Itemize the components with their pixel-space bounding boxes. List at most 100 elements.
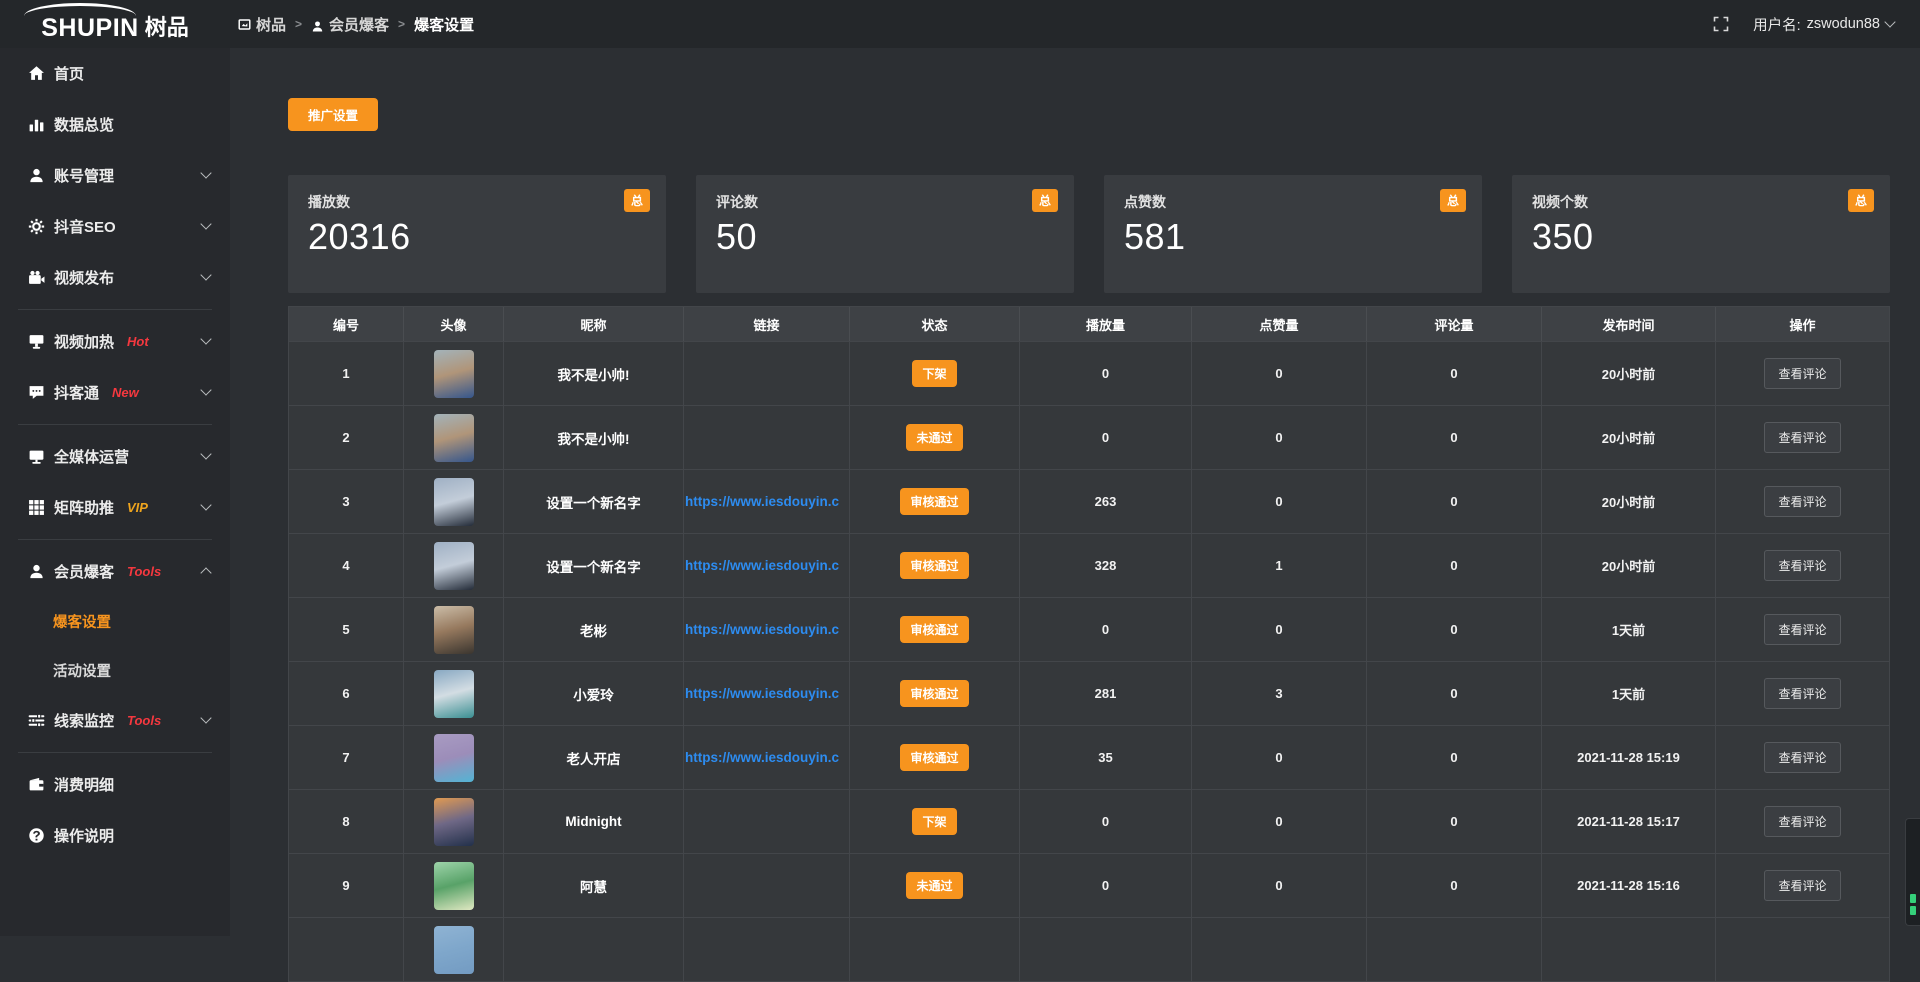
view-comments-button[interactable]: 查看评论: [1764, 870, 1840, 901]
sidebar-divider: [18, 309, 212, 310]
monitor-icon: [28, 448, 45, 465]
cell-status: 下架: [850, 342, 1020, 405]
cell-plays: 328: [1020, 534, 1192, 597]
sidebar-item-首页[interactable]: 首页: [0, 48, 230, 99]
cell-avatar: [404, 534, 504, 597]
sidebar-divider: [18, 752, 212, 753]
cell-status: 审核通过: [850, 726, 1020, 789]
cell-publish-time: 20小时前: [1542, 406, 1716, 469]
cell-nickname: 设置一个新名字: [504, 470, 684, 533]
cell-comments: [1367, 918, 1542, 981]
video-link[interactable]: https://www.iesdouyin.c: [685, 750, 839, 765]
sidebar-item-视频发布[interactable]: 视频发布: [0, 252, 230, 303]
view-comments-button[interactable]: 查看评论: [1764, 358, 1840, 389]
sidebar-subitem-爆客设置[interactable]: 爆客设置: [0, 597, 230, 646]
sidebar-item-线索监控[interactable]: 线索监控Tools: [0, 695, 230, 746]
view-comments-button[interactable]: 查看评论: [1764, 422, 1840, 453]
user-icon: [311, 18, 324, 31]
cell-plays: [1020, 918, 1192, 981]
cell-likes: [1192, 918, 1367, 981]
view-comments-button[interactable]: 查看评论: [1764, 614, 1840, 645]
sidebar-subitem-活动设置[interactable]: 活动设置: [0, 646, 230, 695]
sidebar-item-label: 视频加热: [54, 331, 114, 352]
dashboard-icon: [238, 18, 251, 31]
total-badge: 总: [1848, 189, 1874, 212]
cell-link: https://www.iesdouyin.c: [684, 598, 850, 661]
cell-nickname: 我不是小帅!: [504, 406, 684, 469]
table-row: 9阿慧未通过0002021-11-28 15:16查看评论: [289, 853, 1889, 917]
chevron-down-icon: [200, 167, 211, 178]
fullscreen-icon[interactable]: [1713, 16, 1729, 32]
sidebar-item-矩阵助推[interactable]: 矩阵助推VIP: [0, 482, 230, 533]
cell-plays: 0: [1020, 790, 1192, 853]
sidebar-item-全媒体运营[interactable]: 全媒体运营: [0, 431, 230, 482]
sidebar-item-抖客通[interactable]: 抖客通New: [0, 367, 230, 418]
sidebar-item-账号管理[interactable]: 账号管理: [0, 150, 230, 201]
stat-value: 20316: [308, 216, 646, 258]
stat-value: 50: [716, 216, 1054, 258]
sidebar-item-label: 首页: [54, 63, 84, 84]
breadcrumb-item[interactable]: 会员爆客: [311, 14, 389, 35]
cell-action: 查看评论: [1716, 854, 1889, 917]
header-right: 用户名: zswodun88: [1713, 14, 1920, 35]
chevron-down-icon: [200, 384, 211, 395]
view-comments-button[interactable]: 查看评论: [1764, 806, 1840, 837]
view-comments-button[interactable]: 查看评论: [1764, 550, 1840, 581]
cell-comments: 0: [1367, 598, 1542, 661]
user-icon: [28, 167, 45, 184]
breadcrumb: 树品 > 会员爆客 > 爆客设置: [238, 14, 474, 35]
breadcrumb-label: 爆客设置: [414, 14, 474, 35]
cell-nickname: 老人开店: [504, 726, 684, 789]
video-link[interactable]: https://www.iesdouyin.c: [685, 686, 839, 701]
video-link[interactable]: https://www.iesdouyin.c: [685, 622, 839, 637]
sidebar-item-数据总览[interactable]: 数据总览: [0, 99, 230, 150]
floating-widget[interactable]: [1905, 818, 1920, 926]
cell-avatar: [404, 726, 504, 789]
cell-link: [684, 406, 850, 469]
cell-status: 审核通过: [850, 662, 1020, 725]
cell-action: 查看评论: [1716, 470, 1889, 533]
main-content: 推广设置 播放数20316总评论数50总点赞数581总视频个数350总 编号头像…: [230, 48, 1920, 936]
cell-likes: 0: [1192, 854, 1367, 917]
username-label: 用户名:: [1753, 14, 1801, 35]
sidebar-item-视频加热[interactable]: 视频加热Hot: [0, 316, 230, 367]
cell-link: [684, 854, 850, 917]
video-link[interactable]: https://www.iesdouyin.c: [685, 558, 839, 573]
stat-label: 评论数: [716, 192, 1054, 212]
view-comments-button[interactable]: 查看评论: [1764, 486, 1840, 517]
cell-comments: 0: [1367, 662, 1542, 725]
sidebar-item-操作说明[interactable]: 操作说明: [0, 810, 230, 861]
user-menu[interactable]: 用户名: zswodun88: [1753, 14, 1894, 35]
view-comments-button[interactable]: 查看评论: [1764, 678, 1840, 709]
video-link[interactable]: https://www.iesdouyin.c: [685, 494, 839, 509]
chevron-down-icon: [200, 448, 211, 459]
breadcrumb-separator: >: [398, 17, 405, 31]
cell-likes: 0: [1192, 726, 1367, 789]
cell-action: 查看评论: [1716, 406, 1889, 469]
app-logo[interactable]: SHUPIN 树品: [0, 0, 230, 48]
sidebar-item-消费明细[interactable]: 消费明细: [0, 759, 230, 810]
breadcrumb-item[interactable]: 树品: [238, 14, 286, 35]
sidebar-item-label: 全媒体运营: [54, 446, 129, 467]
table-row: 6小爱玲https://www.iesdouyin.c审核通过281301天前查…: [289, 661, 1889, 725]
sidebar-item-抖音SEO[interactable]: 抖音SEO: [0, 201, 230, 252]
cell-likes: 0: [1192, 470, 1367, 533]
cell-nickname: 设置一个新名字: [504, 534, 684, 597]
videos-table: 编号头像昵称链接状态播放量点赞量评论量发布时间操作 1我不是小帅!下架00020…: [288, 306, 1890, 982]
table-row: [289, 917, 1889, 981]
member-icon: [28, 563, 45, 580]
cell-status: 审核通过: [850, 470, 1020, 533]
chevron-down-icon: [200, 333, 211, 344]
sidebar-item-会员爆客[interactable]: 会员爆客Tools: [0, 546, 230, 597]
avatar: [434, 478, 474, 526]
chevron-up-icon: [200, 567, 211, 578]
cell-nickname: Midnight: [504, 790, 684, 853]
cell-number: 7: [289, 726, 404, 789]
screen-icon: [28, 333, 45, 350]
breadcrumb-separator: >: [295, 17, 302, 31]
promo-settings-button[interactable]: 推广设置: [288, 98, 378, 131]
view-comments-button[interactable]: 查看评论: [1764, 742, 1840, 773]
sidebar-item-label: 线索监控: [54, 710, 114, 731]
cell-status: [850, 918, 1020, 981]
chevron-down-icon: [200, 712, 211, 723]
